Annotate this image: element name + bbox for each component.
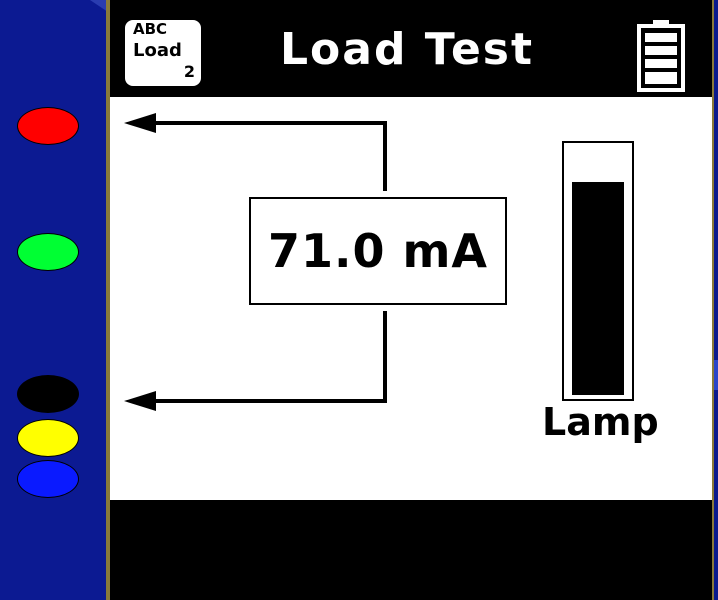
green-indicator — [17, 233, 79, 271]
lamp-level-fill — [572, 182, 624, 395]
background-right-edge — [714, 0, 718, 600]
background-highlight — [714, 360, 718, 390]
load-mode-icon[interactable]: ABC Load 2 — [125, 20, 201, 86]
measurement-screen: 71.0 mA Lamp — [110, 97, 712, 500]
red-indicator — [17, 107, 79, 145]
display-header: ABC Load 2 Load Test — [110, 0, 712, 97]
soft-key-area — [110, 500, 712, 600]
mode-icon-line2: Load — [133, 40, 182, 61]
upper-lead-line — [134, 121, 387, 191]
yellow-indicator — [17, 419, 79, 457]
lower-arrow-icon — [124, 391, 156, 411]
black-indicator — [17, 375, 79, 413]
current-reading-box: 71.0 mA — [249, 197, 507, 305]
lamp-level-gauge — [562, 141, 634, 401]
current-reading-value: 71.0 mA — [267, 224, 489, 278]
mode-icon-line3: 2 — [183, 62, 195, 81]
blue-indicator — [17, 460, 79, 498]
lamp-label: Lamp — [542, 400, 659, 444]
upper-arrow-icon — [124, 113, 156, 133]
left-panel — [0, 0, 110, 600]
battery-full-icon — [637, 20, 685, 92]
tester-display: ABC Load 2 Load Test 71.0 mA Lamp — [110, 0, 712, 600]
mode-icon-line1: ABC — [133, 20, 168, 38]
lower-lead-line — [134, 311, 387, 403]
page-title: Load Test — [280, 24, 535, 75]
